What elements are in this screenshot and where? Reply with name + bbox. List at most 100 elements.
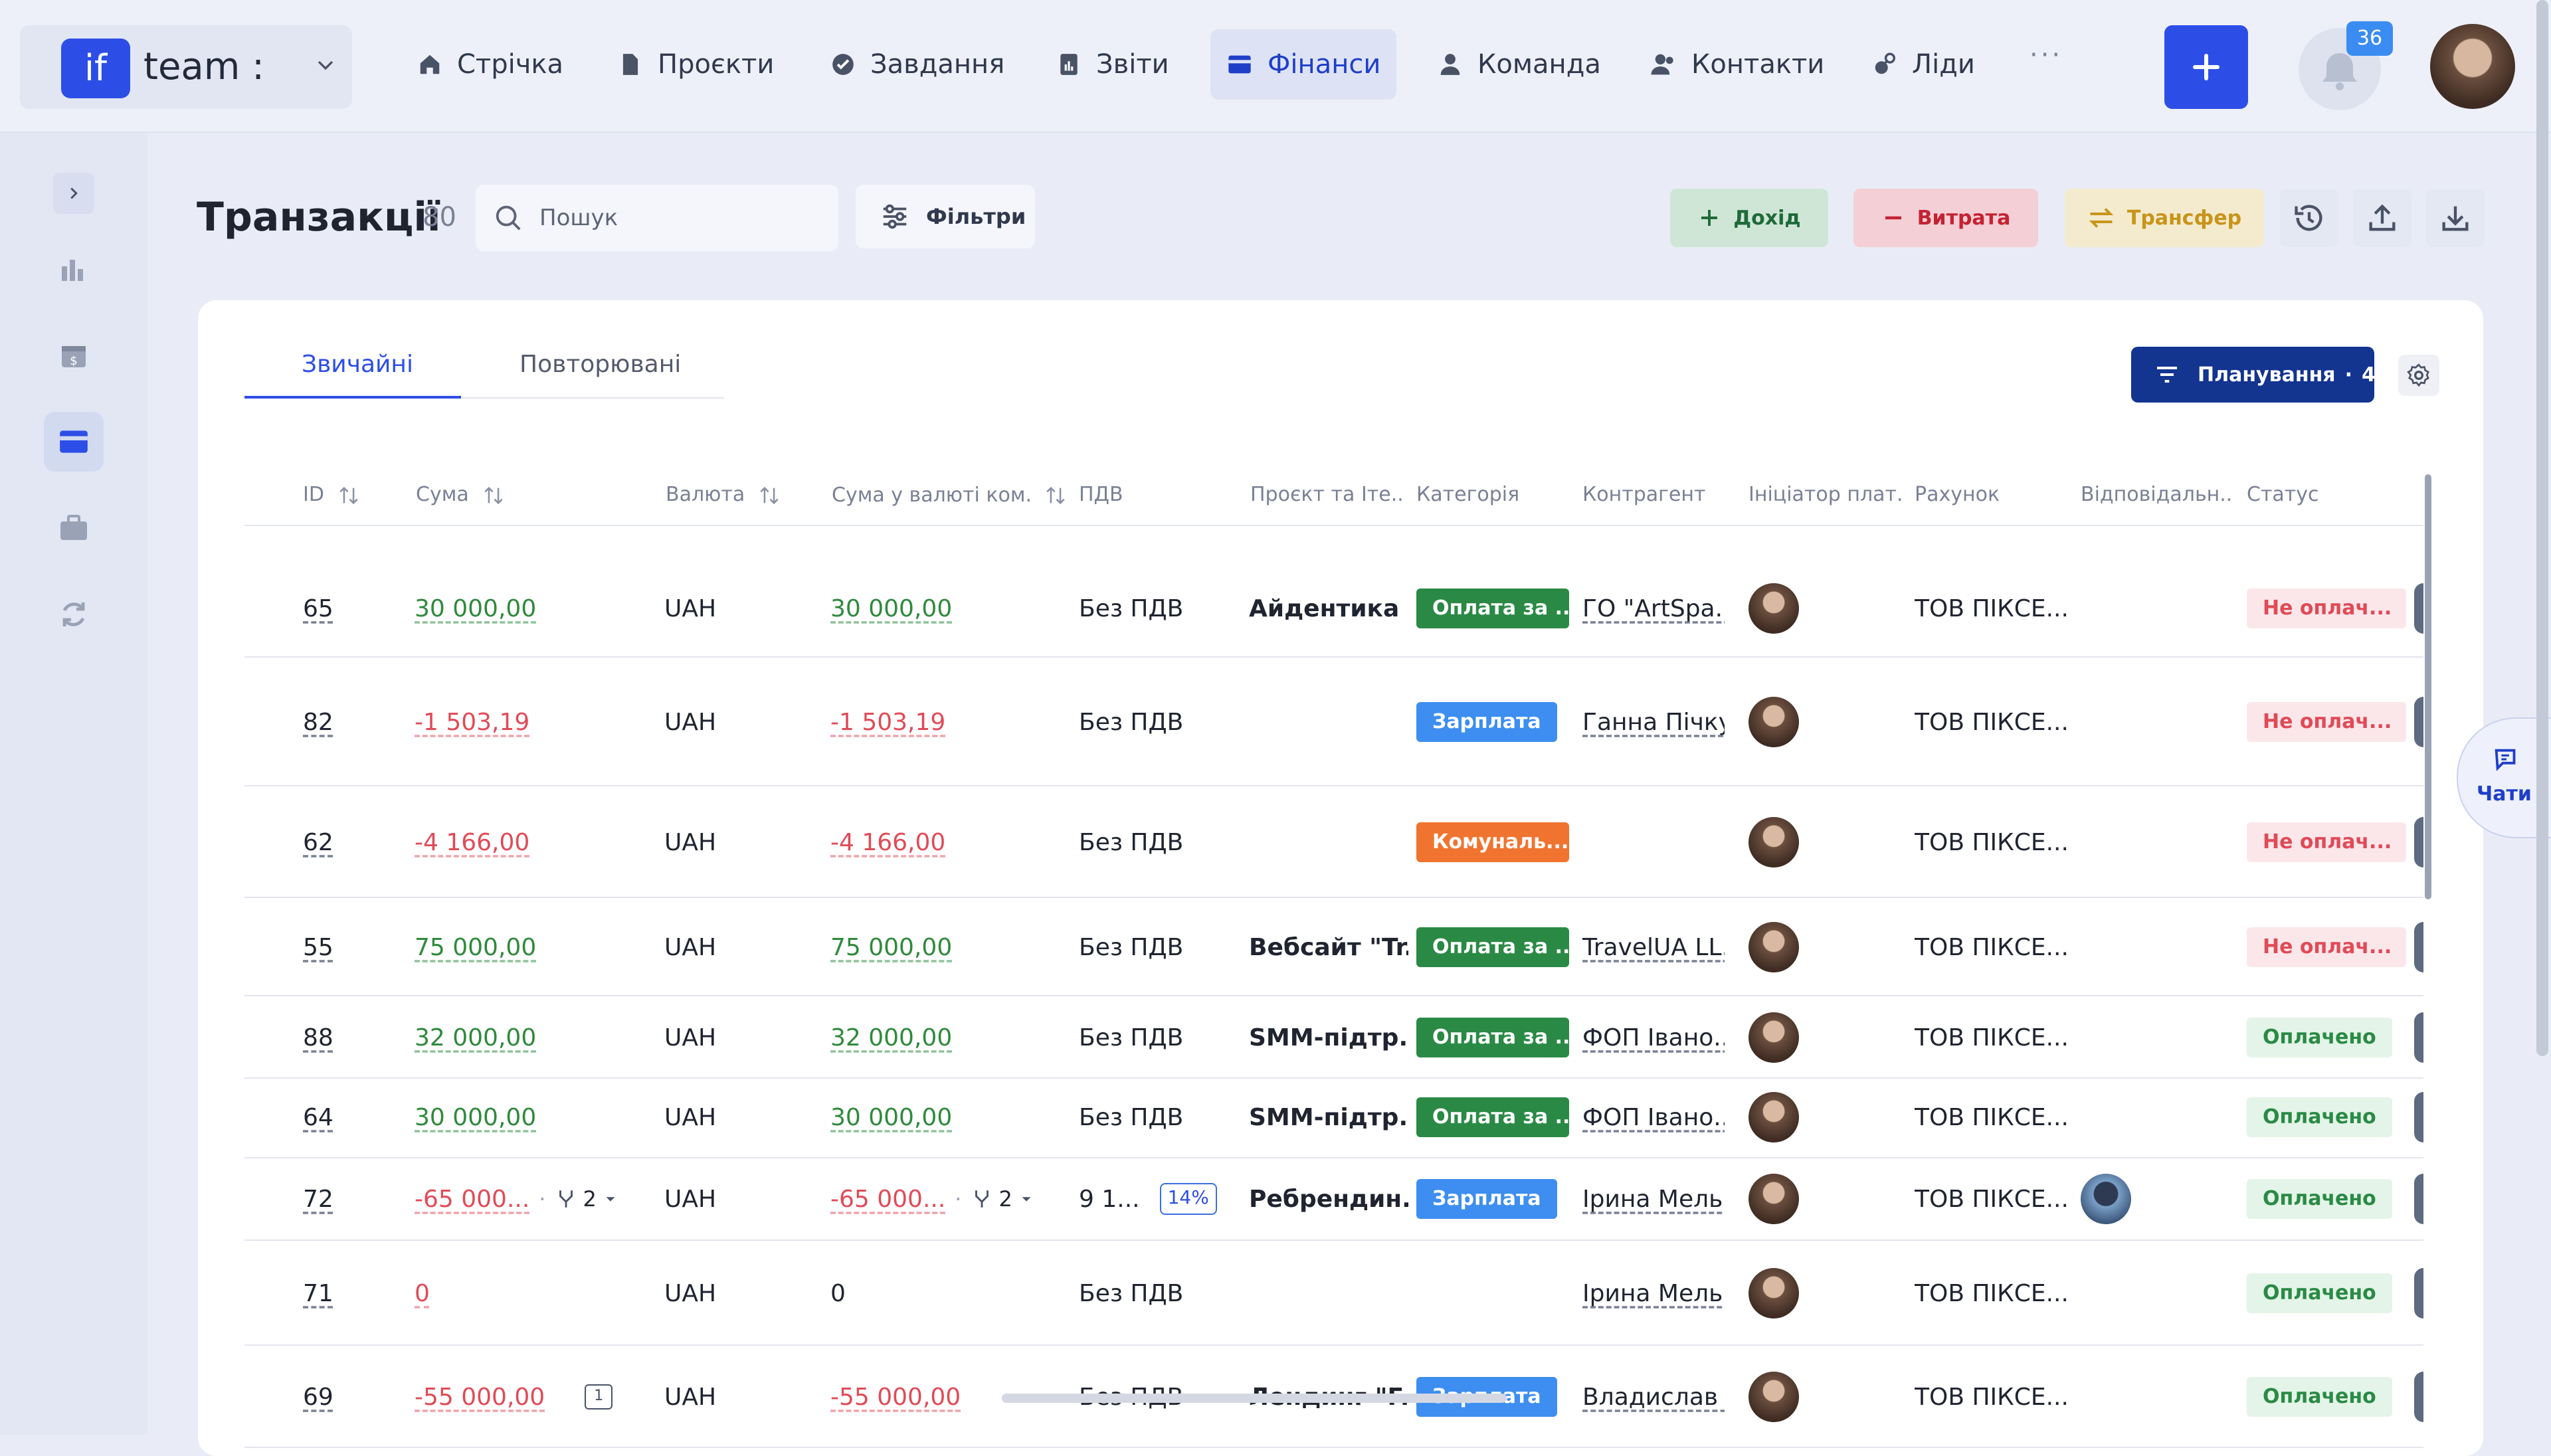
responsible-avatar[interactable] [2081, 1174, 2131, 1224]
counterparty-name[interactable]: ФОП Івано... [1582, 1104, 1725, 1131]
initiator-avatar[interactable] [1748, 697, 1799, 747]
history-button[interactable] [2280, 189, 2338, 247]
export-button[interactable] [2353, 189, 2411, 247]
page-scrollbar-thumb[interactable] [2536, 0, 2548, 1056]
add-expense-button[interactable]: Витрата [1853, 189, 2038, 247]
company-amount-value[interactable]: 0 [830, 1280, 846, 1307]
column-header-amount[interactable]: Сума [416, 464, 589, 526]
counterparty-name[interactable]: Ірина Мельн [1582, 1280, 1725, 1307]
vertical-scrollbar-thumb[interactable] [2425, 474, 2431, 899]
nav-item-contacts[interactable]: Контакти [1650, 29, 1824, 100]
horizontal-scrollbar-thumb[interactable] [1002, 1394, 1507, 1403]
status-badge[interactable]: Оплачено [2247, 1273, 2392, 1313]
company-amount-value[interactable]: -65 000... [830, 1186, 945, 1213]
nav-more-button[interactable]: ··· [2030, 40, 2063, 70]
comments-icon[interactable]: 1 [585, 1384, 613, 1410]
company-amount-value[interactable]: 30 000,00 [830, 595, 952, 622]
counterparty-name[interactable]: ФОП Івано... [1582, 1024, 1725, 1051]
sidebar-item-analytics[interactable] [44, 239, 104, 299]
column-header-initiator[interactable]: Ініціатор плат... [1748, 464, 1901, 526]
sidebar-item-calendar[interactable]: $ [44, 325, 104, 385]
create-button[interactable] [2164, 25, 2248, 109]
company-amount-value[interactable]: -1 503,19 [830, 709, 945, 736]
column-header-account[interactable]: Рахунок [1915, 464, 2067, 526]
tab-regular[interactable]: Звичайні [302, 351, 413, 378]
table-row[interactable]: 64 30 000,00 UAH 30 000,00 Без ПДВ SMM-підтр.… [244, 1077, 2423, 1158]
initiator-avatar[interactable] [1748, 922, 1799, 972]
tab-recurring[interactable]: Повторювані [520, 351, 681, 378]
nav-item-feed[interactable]: Стрічка [417, 29, 563, 100]
search-input[interactable] [538, 204, 820, 232]
initiator-avatar[interactable] [1748, 1092, 1799, 1142]
table-settings-button[interactable] [2398, 355, 2439, 396]
category-tag[interactable]: Зарплата [1416, 702, 1557, 742]
counterparty-name[interactable]: Ганна Пічкур [1582, 709, 1725, 736]
transaction-id-link[interactable]: 65 [303, 595, 333, 622]
table-row[interactable]: 88 32 000,00 UAH 32 000,00 Без ПДВ SMM-підтр.… [244, 998, 2423, 1079]
project-name[interactable]: SMM-підтр... [1249, 1024, 1408, 1051]
initiator-avatar[interactable] [1748, 1012, 1799, 1063]
category-tag[interactable]: Оплата за ... [1416, 1097, 1569, 1137]
company-amount-value[interactable]: -55 000,00 [830, 1384, 961, 1411]
user-avatar[interactable] [2430, 24, 2515, 109]
initiator-avatar[interactable] [1748, 1174, 1799, 1224]
counterparty-name[interactable]: TravelUA LL... [1582, 934, 1725, 961]
split-indicator[interactable]: · 2 [955, 1186, 1034, 1212]
table-row[interactable]: 62 -4 166,00 UAH -4 166,00 Без ПДВ Комуналь..… [244, 788, 2423, 898]
add-transfer-button[interactable]: Трансфер [2065, 189, 2264, 247]
amount-value[interactable]: 32 000,00 [415, 1024, 536, 1051]
project-name[interactable]: SMM-підтр... [1249, 1104, 1408, 1131]
nav-item-leads[interactable]: Ліди [1872, 29, 1975, 100]
company-amount-value[interactable]: 30 000,00 [830, 1104, 952, 1131]
transaction-id-link[interactable]: 64 [303, 1104, 333, 1131]
amount-value[interactable]: 30 000,00 [415, 595, 536, 622]
project-name[interactable]: Ребрендин... [1249, 1186, 1408, 1213]
category-tag[interactable]: Оплата за ... [1416, 1018, 1569, 1057]
column-header-category[interactable]: Категорія [1416, 464, 1569, 526]
counterparty-name[interactable]: Ірина Мельн [1582, 1186, 1725, 1213]
transaction-id-link[interactable]: 71 [303, 1280, 333, 1307]
amount-value[interactable]: 75 000,00 [415, 934, 536, 961]
project-name[interactable]: Вебсайт "Tr... [1249, 934, 1408, 961]
table-row[interactable]: 55 75 000,00 UAH 75 000,00 Без ПДВ Вебсайт "T… [244, 899, 2423, 996]
initiator-avatar[interactable] [1748, 817, 1799, 867]
transaction-id-link[interactable]: 55 [303, 934, 333, 961]
transaction-id-link[interactable]: 69 [303, 1384, 333, 1411]
table-row[interactable]: 82 -1 503,19 UAH -1 503,19 Без ПДВ Зарплата Га… [244, 659, 2423, 786]
counterparty-name[interactable]: Владислав Ч [1582, 1384, 1725, 1411]
initiator-avatar[interactable] [1748, 1372, 1799, 1422]
counterparty-name[interactable]: ГО "ArtSpa... [1582, 595, 1725, 622]
workspace-switcher[interactable]: if team : [20, 25, 352, 109]
transaction-id-link[interactable]: 82 [303, 709, 333, 736]
column-header-counterparty[interactable]: Контрагент [1582, 464, 1735, 526]
transaction-id-link[interactable]: 88 [303, 1024, 333, 1051]
status-badge[interactable]: Не оплач... [2247, 589, 2406, 628]
sidebar-item-sync[interactable] [44, 585, 104, 644]
column-header-responsible[interactable]: Відповідальн... [2081, 464, 2233, 526]
status-badge[interactable]: Оплачено [2247, 1018, 2392, 1057]
company-amount-value[interactable]: -4 166,00 [830, 829, 945, 856]
search-box[interactable] [476, 185, 838, 251]
table-row[interactable]: 72 -65 000... · 2 UAH -65 000... · 2 9 1... 14% Ре… [244, 1158, 2423, 1241]
category-tag[interactable]: Оплата за ... [1416, 589, 1569, 628]
column-header-vat[interactable]: ПДВ [1079, 464, 1212, 526]
category-tag[interactable]: Зарплата [1416, 1179, 1557, 1219]
add-income-button[interactable]: Дохід [1670, 189, 1828, 247]
sidebar-expand-button[interactable] [53, 173, 94, 214]
sidebar-item-briefcase[interactable] [44, 498, 104, 558]
amount-value[interactable]: 0 [415, 1280, 430, 1307]
column-header-project[interactable]: Проєкт та Іте... [1250, 464, 1403, 526]
initiator-avatar[interactable] [1748, 583, 1799, 634]
nav-item-reports[interactable]: Звіти [1056, 29, 1169, 100]
category-tag[interactable]: Оплата за ... [1416, 927, 1569, 967]
column-header-status[interactable]: Статус [2247, 464, 2400, 526]
filters-button[interactable]: Фільтри [856, 185, 1035, 248]
table-row[interactable]: 65 30 000,00 UAH 30 000,00 Без ПДВ Айдентика … [244, 561, 2423, 658]
planning-button[interactable]: Планування · 4 [2131, 347, 2376, 403]
amount-value[interactable]: -1 503,19 [415, 709, 529, 736]
project-name[interactable]: Айдентика ... [1249, 595, 1408, 622]
status-badge[interactable]: Оплачено [2247, 1097, 2392, 1137]
nav-item-tasks[interactable]: Завдання [830, 29, 1004, 100]
column-header-company-amount[interactable]: Сума у валюті ком... [832, 464, 1084, 526]
company-amount-value[interactable]: 75 000,00 [830, 934, 952, 961]
